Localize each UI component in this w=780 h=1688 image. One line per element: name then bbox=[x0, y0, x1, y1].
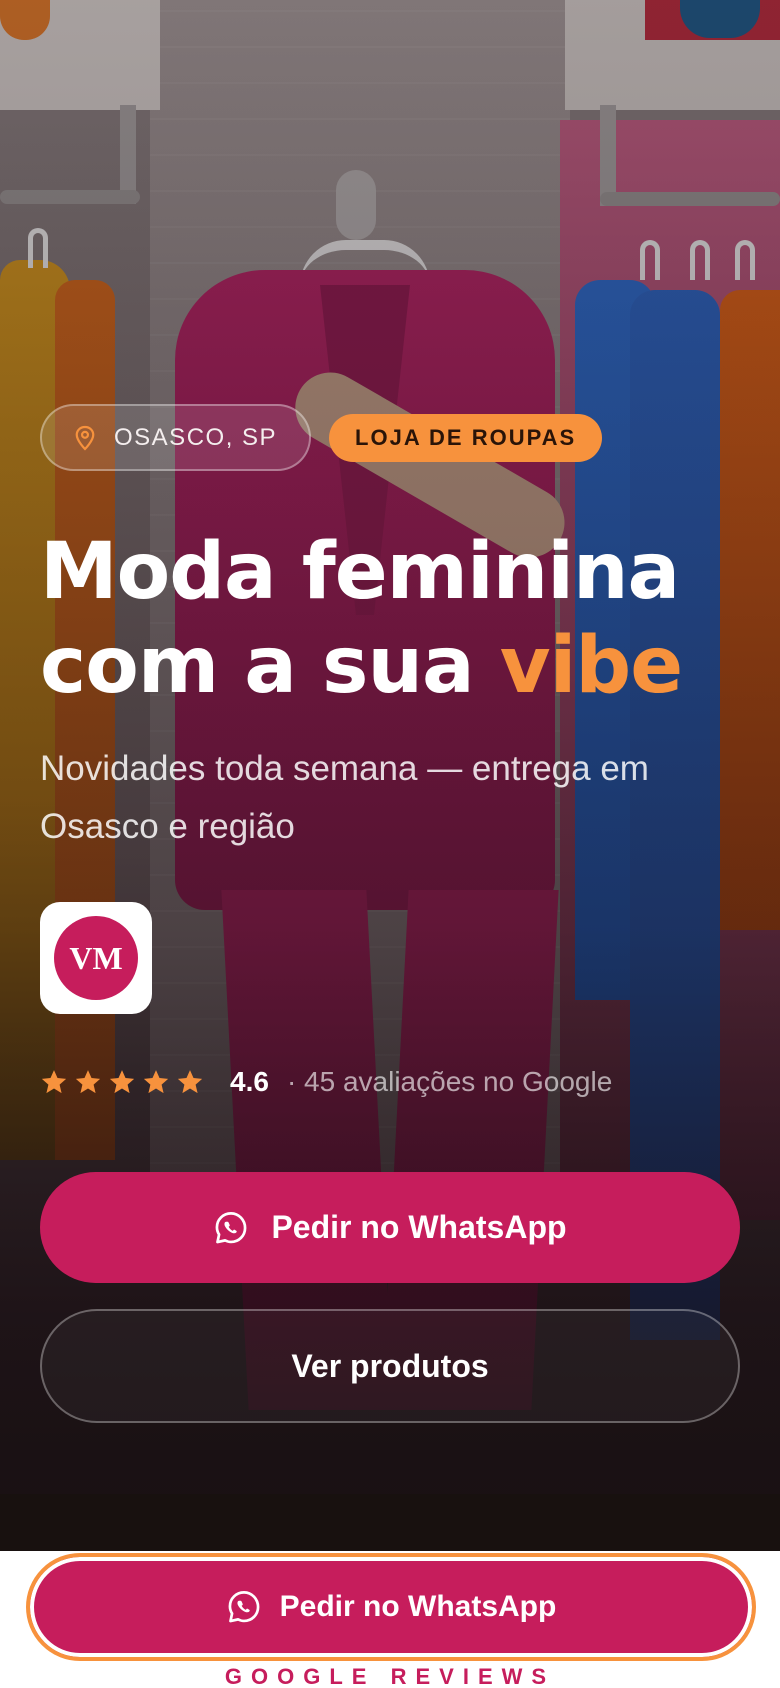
location-badge: OSASCO, SP bbox=[40, 404, 312, 471]
headline-line2: com a sua bbox=[40, 621, 500, 711]
map-pin-icon bbox=[75, 425, 95, 451]
rating-count: · 45 avaliações no Google bbox=[286, 1066, 613, 1097]
star-icon bbox=[143, 1070, 169, 1094]
star-icon bbox=[41, 1070, 67, 1094]
headline-accent: vibe bbox=[499, 621, 683, 711]
badge-row: OSASCO, SP LOJA DE ROUPAS bbox=[40, 404, 603, 471]
rating-value: 4.6 bbox=[230, 1066, 269, 1097]
hero-subtitle: Novidades toda semana — entrega em Osasc… bbox=[40, 749, 649, 846]
headline-line1: Moda feminina bbox=[40, 527, 680, 617]
star-icon bbox=[75, 1070, 101, 1094]
sticky-whatsapp-label: Pedir no WhatsApp bbox=[279, 1590, 557, 1623]
star-icon bbox=[109, 1070, 135, 1094]
section-divider bbox=[0, 1494, 780, 1554]
sticky-whatsapp-button[interactable]: Pedir no WhatsApp bbox=[26, 1553, 756, 1661]
store-logo: VM bbox=[40, 902, 152, 1014]
rating-stars bbox=[40, 1068, 204, 1096]
page-title: Moda feminina com a sua vibe bbox=[40, 525, 760, 713]
google-reviews-heading: GOOGLE REVIEWS bbox=[224, 1664, 556, 1688]
whatsapp-order-button[interactable]: Pedir no WhatsApp bbox=[40, 1172, 740, 1283]
category-badge: LOJA DE ROUPAS bbox=[329, 413, 603, 462]
logo-monogram: VM bbox=[54, 916, 138, 1000]
view-products-button[interactable]: Ver produtos bbox=[40, 1309, 740, 1423]
location-text: OSASCO, SP bbox=[114, 423, 278, 451]
whatsapp-icon bbox=[228, 1591, 260, 1623]
whatsapp-order-label: Pedir no WhatsApp bbox=[271, 1209, 567, 1245]
whatsapp-icon bbox=[216, 1211, 247, 1243]
rating-row: 4.6 · 45 avaliações no Google bbox=[40, 1062, 612, 1102]
star-icon bbox=[177, 1070, 203, 1094]
